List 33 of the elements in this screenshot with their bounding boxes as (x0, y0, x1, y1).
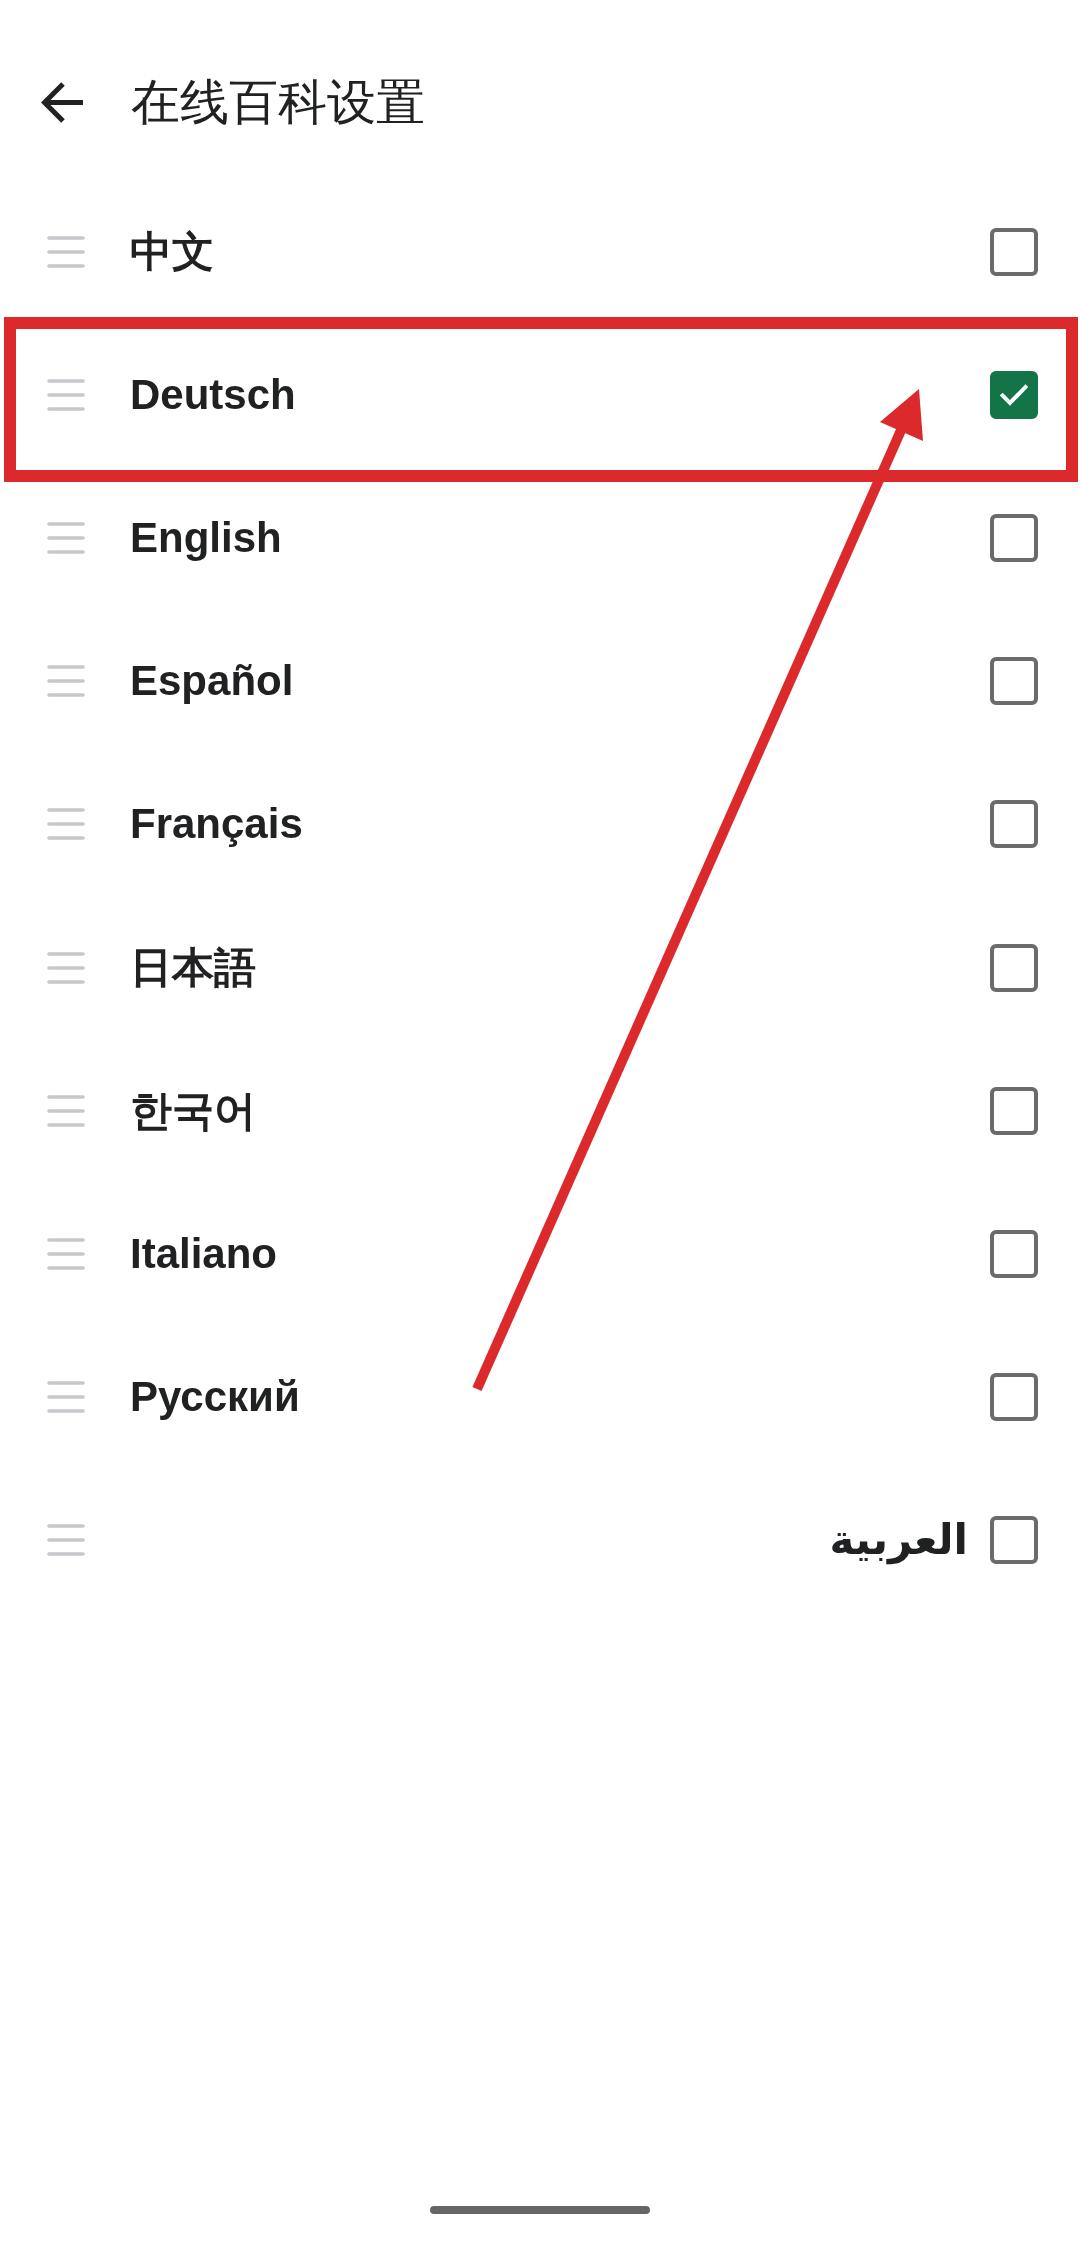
back-arrow-icon[interactable] (41, 81, 85, 124)
checkbox[interactable] (990, 513, 1038, 562)
drag-handle-icon[interactable] (47, 665, 85, 698)
checkbox[interactable] (990, 1373, 1038, 1422)
language-label: Français (130, 800, 303, 848)
language-label: Deutsch (130, 370, 296, 418)
checkbox[interactable] (990, 1229, 1038, 1278)
drag-handle-icon[interactable] (47, 808, 85, 841)
drag-handle-icon[interactable] (47, 1524, 85, 1557)
language-label: Español (130, 657, 294, 705)
language-label: Italiano (130, 1229, 278, 1277)
language-label: 日本語 (130, 943, 256, 991)
checkbox[interactable] (990, 370, 1038, 419)
drag-handle-icon[interactable] (47, 1237, 85, 1270)
page-title: 在线百科设置 (131, 74, 425, 131)
language-label: العربية (829, 1516, 968, 1564)
language-label: 한국어 (130, 1086, 256, 1134)
language-label: 中文 (130, 227, 214, 275)
drag-handle-icon[interactable] (47, 235, 85, 268)
checkbox[interactable] (990, 943, 1038, 992)
drag-handle-icon[interactable] (47, 951, 85, 984)
drag-handle-icon[interactable] (47, 521, 85, 554)
drag-handle-icon[interactable] (47, 1381, 85, 1414)
language-label: English (130, 513, 282, 561)
checkbox[interactable] (990, 1516, 1038, 1565)
drag-handle-icon[interactable] (47, 1094, 85, 1127)
checkmark-icon (1000, 383, 1028, 406)
checkbox[interactable] (990, 800, 1038, 849)
checkbox[interactable] (990, 657, 1038, 706)
checkbox[interactable] (990, 1086, 1038, 1135)
language-label: Русский (130, 1373, 300, 1421)
checkbox[interactable] (990, 227, 1038, 276)
drag-handle-icon[interactable] (47, 378, 85, 411)
